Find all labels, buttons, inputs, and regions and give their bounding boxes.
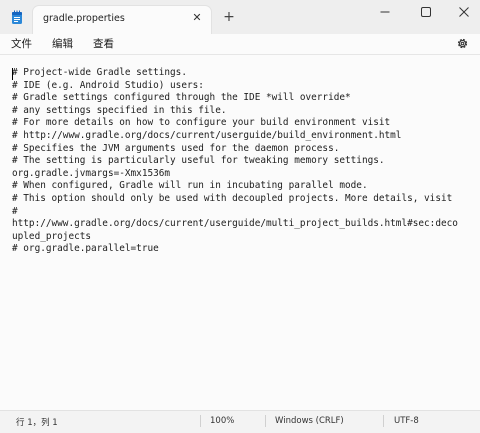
text-editor[interactable]: # Project-wide Gradle settings. # IDE (e.…	[0, 54, 480, 411]
text-line[interactable]: # http://www.gradle.org/docs/current/use…	[12, 130, 480, 143]
text-line[interactable]: # When configured, Gradle will run in in…	[12, 180, 480, 193]
maximize-button[interactable]	[414, 3, 438, 21]
status-divider	[200, 415, 201, 427]
text-line[interactable]: upled_projects	[12, 231, 480, 244]
cursor-position: 行 1，列 1	[16, 418, 58, 428]
line-ending: Windows (CRLF)	[275, 416, 344, 426]
encoding: UTF-8	[394, 416, 419, 426]
close-window-button[interactable]	[452, 3, 476, 21]
text-line[interactable]: #	[12, 206, 480, 219]
text-line[interactable]: # The setting is particularly useful for…	[12, 155, 480, 168]
status-divider	[383, 415, 384, 427]
text-line[interactable]: # For more details on how to configure y…	[12, 117, 480, 130]
zoom-level: 100%	[210, 416, 235, 426]
document-tab[interactable]: gradle.properties ✕	[33, 6, 211, 34]
text-line[interactable]: # Gradle settings configured through the…	[12, 92, 480, 105]
menu-view[interactable]: 查看	[93, 36, 114, 51]
close-icon	[459, 7, 469, 17]
status-bar: 行 1，列 1 100% Windows (CRLF) UTF-8	[0, 410, 480, 433]
minimize-button[interactable]	[373, 3, 397, 21]
notepad-icon	[12, 10, 22, 24]
gear-icon[interactable]	[456, 37, 469, 50]
text-line[interactable]: # IDE (e.g. Android Studio) users:	[12, 80, 480, 93]
minimize-icon	[380, 11, 390, 13]
document-text[interactable]: # Project-wide Gradle settings. # IDE (e.…	[12, 67, 480, 256]
menu-file[interactable]: 文件	[11, 36, 32, 51]
title-bar: gradle.properties ✕ +	[0, 0, 480, 34]
text-line[interactable]: # This option should only be used with d…	[12, 193, 480, 206]
maximize-icon	[421, 7, 431, 17]
menu-edit[interactable]: 编辑	[52, 36, 73, 51]
menu-bar: 文件 编辑 查看	[0, 34, 480, 54]
text-line[interactable]: org.gradle.jvmargs=-Xmx1536m	[12, 168, 480, 181]
text-line[interactable]: # any settings specified in this file.	[12, 105, 480, 118]
close-icon[interactable]: ✕	[190, 11, 204, 25]
text-line[interactable]: # Project-wide Gradle settings.	[12, 67, 480, 80]
text-caret	[12, 68, 13, 80]
plus-icon[interactable]: +	[221, 9, 237, 25]
text-line[interactable]: # org.gradle.parallel=true	[12, 243, 480, 256]
tab-title: gradle.properties	[43, 13, 125, 24]
status-divider	[265, 415, 266, 427]
text-line[interactable]: http://www.gradle.org/docs/current/userg…	[12, 218, 480, 231]
text-line[interactable]: # Specifies the JVM arguments used for t…	[12, 143, 480, 156]
